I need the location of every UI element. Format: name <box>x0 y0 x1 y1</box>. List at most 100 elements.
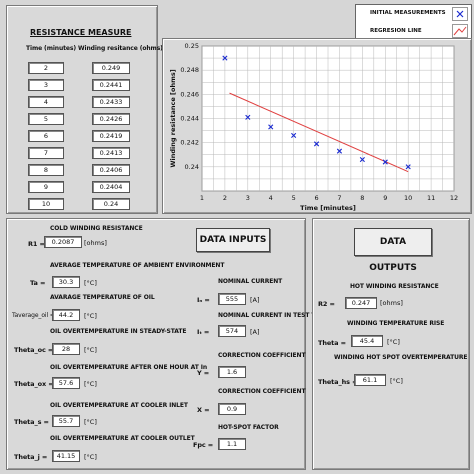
resistance-cell[interactable]: 0.2406 <box>92 164 130 176</box>
theta-unit: [°C] <box>387 338 400 346</box>
in-field[interactable]: 555 <box>218 293 246 305</box>
x-tick-label: 6 <box>314 194 318 202</box>
legend-regression-marker <box>452 24 468 38</box>
oil-average-label: AVARAGE TEMPERATURE OF OIL <box>50 294 155 301</box>
toil-unit: [°C] <box>84 312 97 320</box>
x-tick-label: 8 <box>360 194 364 202</box>
resistance-cell[interactable]: 0.2426 <box>92 113 130 125</box>
toil-field[interactable]: 44.2 <box>52 309 80 321</box>
ambient-label: AVERAGE TEMPERATURE OF AMBIENT ENVIRONME… <box>50 262 225 269</box>
time-cell[interactable]: 4 <box>28 96 64 108</box>
r2-unit: [ohms] <box>380 299 403 307</box>
toil-label: Taverage_oil = <box>12 312 55 319</box>
x-label: X = <box>197 406 210 414</box>
oil-hour-label: OIL OVERTEMPERATURE AFTER ONE HOUR AT In <box>50 364 208 371</box>
winding-column-header: Winding resitance (ohms) <box>78 45 163 52</box>
data-outputs-title: DATA OUTPUTS <box>354 228 432 273</box>
time-cell[interactable]: 6 <box>28 130 64 142</box>
x-tick-label: 3 <box>246 194 250 202</box>
data-inputs-panel <box>6 218 306 470</box>
time-cell[interactable]: 9 <box>28 181 64 193</box>
resistance-cell[interactable]: 0.2441 <box>92 79 130 91</box>
theta-hs-value: 61.1 <box>354 374 386 386</box>
time-cell[interactable]: 5 <box>28 113 64 125</box>
x-tick-label: 7 <box>337 194 341 202</box>
time-cell[interactable]: 3 <box>28 79 64 91</box>
theta-ox-unit: [°C] <box>84 380 97 388</box>
r2-value: 0.247 <box>345 297 377 309</box>
corr-y-label: CORRECTION COEFFICIENT <box>218 352 306 359</box>
y-tick-label: 0.25 <box>185 42 199 50</box>
x-tick-label: 4 <box>269 194 273 202</box>
theta-value: 45.4 <box>351 335 383 347</box>
legend-regression-label: REGRESION LINE <box>370 28 422 34</box>
theta-j-unit: [°C] <box>84 453 97 461</box>
fpc-field[interactable]: 1.1 <box>218 438 246 450</box>
theta-hs-label: Theta_hs = <box>318 378 358 386</box>
hot-resistance-label: HOT WINDING RESISTANCE <box>350 283 439 290</box>
resistance-cell[interactable]: 0.2433 <box>92 96 130 108</box>
x-tick-label: 11 <box>427 194 435 202</box>
it-unit: [A] <box>250 328 260 336</box>
theta-j-field[interactable]: 41.15 <box>52 450 80 462</box>
legend-initial-label: INITIAL MEASUREMENTS <box>370 10 446 16</box>
resistance-cell[interactable]: 0.249 <box>92 62 130 74</box>
hotspot-label: WINDING HOT SPOT OVERTEMPERATURE <box>334 354 468 361</box>
it-field[interactable]: 574 <box>218 325 246 337</box>
in-unit: [A] <box>250 296 260 304</box>
r1-unit: [ohms] <box>84 239 107 247</box>
test-current-label: NOMINAL CURRENT IN TEST TIME <box>218 312 328 319</box>
y-tick-label: 0.24 <box>185 163 199 171</box>
y-tick-label: 0.242 <box>180 139 199 147</box>
x-tick-label: 5 <box>292 194 296 202</box>
theta-ox-label: Theta_ox = <box>14 380 54 388</box>
resistance-cell[interactable]: 0.2413 <box>92 147 130 159</box>
resistance-measure-title: RESISTANCE MEASURE <box>30 28 132 37</box>
resistance-cell[interactable]: 0.24 <box>92 198 130 210</box>
time-cell[interactable]: 10 <box>28 198 64 210</box>
winding-rise-label: WINDING TEMPERATURE RISE <box>347 320 445 327</box>
theta-ox-field[interactable]: 57.6 <box>52 377 80 389</box>
ta-label: Ta = <box>30 279 46 287</box>
theta-label: Theta = <box>318 339 346 347</box>
y-tick-label: 0.248 <box>180 66 199 74</box>
nominal-current-label: NOMINAL CURRENT <box>218 278 283 285</box>
resistance-cell[interactable]: 0.2419 <box>92 130 130 142</box>
corr-x-label: CORRECTION COEFFICIENT <box>218 388 306 395</box>
x-axis-label: Time [minutes] <box>300 204 356 212</box>
x-tick-label: 1 <box>200 194 204 202</box>
time-cell[interactable]: 2 <box>28 62 64 74</box>
r1-field[interactable]: 0.2087 <box>44 236 82 248</box>
resistance-cell[interactable]: 0.2404 <box>92 181 130 193</box>
theta-s-field[interactable]: 55.7 <box>52 415 80 427</box>
x-field[interactable]: 0.9 <box>218 403 246 415</box>
x-tick-label: 9 <box>383 194 387 202</box>
y-tick-label: 0.246 <box>180 90 199 98</box>
theta-j-label: Theta_j = <box>14 453 48 461</box>
legend-initial-marker <box>452 7 468 21</box>
x-tick-label: 10 <box>404 194 412 202</box>
theta-oc-field[interactable]: 28 <box>52 343 80 355</box>
y-tick-label: 0.244 <box>180 115 199 123</box>
hotspot-factor-label: HOT-SPOT FACTOR <box>218 424 279 431</box>
time-cell[interactable]: 7 <box>28 147 64 159</box>
it-label: Iₜ = <box>197 328 210 336</box>
r1-label: R1 = <box>28 240 45 248</box>
y-label: Y = <box>197 369 210 377</box>
theta-oc-label: Theta_oc = <box>14 346 54 354</box>
cooler-inlet-label: OIL OVERTEMPERATURE AT COOLER INLET <box>50 402 188 409</box>
theta-oc-unit: [°C] <box>84 346 97 354</box>
cold-resistance-label: COLD WINDING RESISTANCE <box>50 225 143 232</box>
x-tick-label: 2 <box>223 194 227 202</box>
time-cell[interactable]: 8 <box>28 164 64 176</box>
theta-hs-unit: [°C] <box>390 377 403 385</box>
ta-field[interactable]: 30.3 <box>52 276 80 288</box>
cooler-outlet-label: OIL OVERTEMPERATURE AT COOLER OUTLET <box>50 435 195 442</box>
in-label: Iₙ = <box>197 296 210 304</box>
x-tick-label: 12 <box>450 194 458 202</box>
y-field[interactable]: 1.6 <box>218 366 246 378</box>
time-column-header: Time (minutes) <box>26 45 77 52</box>
ta-unit: [°C] <box>84 279 97 287</box>
fpc-label: Fpc = <box>193 441 214 449</box>
resistance-chart: 1 2 3 4 5 6 7 8 9 10 11 120.250.2480.2460.2440.2420… <box>169 42 458 212</box>
